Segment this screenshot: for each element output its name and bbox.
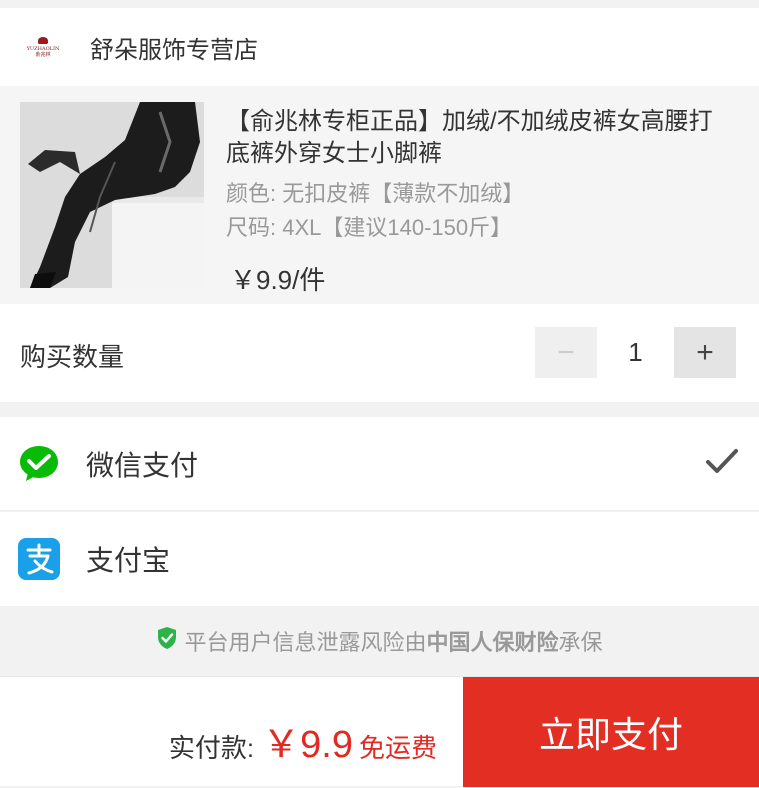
leather-leggings-photo — [20, 102, 204, 288]
product-title: 【俞兆林专柜正品】加绒/不加绒皮裤女高腰打底裤外穿女士小脚裤 — [226, 108, 713, 167]
insurance-notice: 平台用户信息泄露风险由 中国人保财险 承保 — [0, 606, 759, 676]
alipay-icon — [18, 538, 60, 580]
product-color: 颜色: 无扣皮裤【薄款不加绒】 — [226, 181, 525, 206]
selected-check-icon — [705, 447, 739, 482]
total-summary: 实付款: ￥9.9 免运费 — [169, 713, 437, 768]
product-card[interactable]: 【俞兆林专柜正品】加绒/不加绒皮裤女高腰打底裤外穿女士小脚裤 颜色: 无扣皮裤【… — [0, 86, 759, 304]
top-spacer — [0, 0, 759, 8]
wechat-pay-icon — [18, 443, 60, 485]
payment-option-wechat[interactable]: 微信支付 — [0, 417, 759, 511]
payment-option-alipay[interactable]: 支付宝 — [0, 512, 759, 606]
shop-name[interactable]: 舒朵服饰专营店 — [90, 30, 258, 65]
shop-logo-text-cn: 俞兆林 — [35, 52, 51, 58]
checkout-bar: 实付款: ￥9.9 免运费 立即支付 — [0, 676, 759, 787]
alipay-label: 支付宝 — [86, 545, 171, 576]
product-unit-price: ￥9.9/件 — [230, 265, 326, 295]
quantity-decrease-button[interactable]: − — [535, 327, 597, 378]
insurer-brand: 中国人保财险 — [426, 630, 559, 655]
brand-emblem-icon — [36, 36, 50, 46]
quantity-value[interactable]: 1 — [597, 327, 674, 378]
shop-logo: YUZHAOLIN 俞兆林 — [20, 32, 66, 62]
product-image[interactable] — [20, 102, 204, 288]
product-size: 尺码: 4XL【建议140-150斤】 — [226, 215, 513, 240]
total-label: 实付款: — [168, 733, 255, 763]
quantity-increase-button[interactable]: + — [674, 327, 736, 378]
quantity-label: 购买数量 — [20, 342, 125, 372]
insurance-text-suffix: 承保 — [558, 630, 603, 655]
wechat-pay-label: 微信支付 — [86, 449, 199, 481]
quantity-row: 购买数量 − 1 + — [0, 304, 759, 402]
pay-now-button[interactable]: 立即支付 — [463, 677, 759, 787]
shop-header[interactable]: YUZHAOLIN 俞兆林 舒朵服饰专营店 — [0, 8, 759, 86]
free-shipping-label: 免运费 — [358, 733, 437, 763]
total-amount: ￥9.9 — [262, 724, 353, 766]
insurance-text: 平台用户信息泄露风险由 — [184, 630, 427, 655]
shield-check-icon — [156, 626, 178, 656]
